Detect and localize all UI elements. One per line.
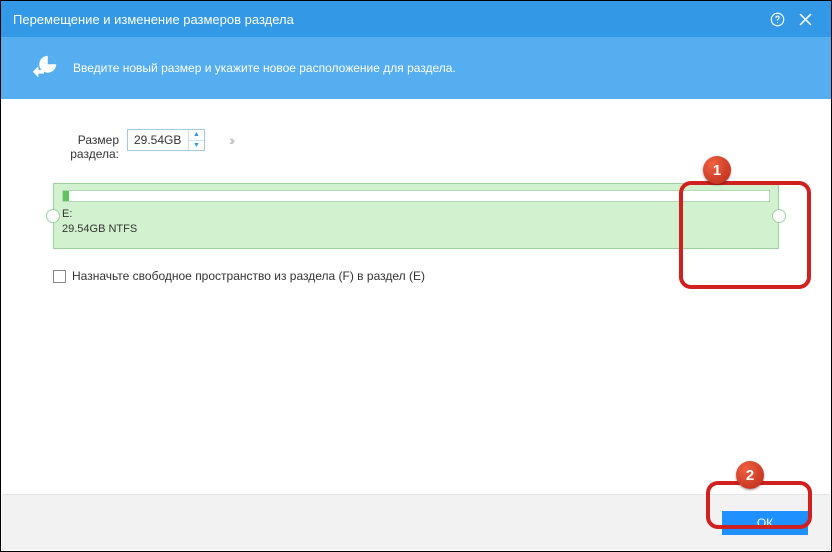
partition-info: 29.54GB NTFS [62, 222, 770, 237]
partition-block[interactable]: E: 29.54GB NTFS [53, 183, 779, 249]
window-title: Перемещение и изменение размеров раздела [13, 12, 763, 27]
partition-drive: E: [62, 207, 770, 222]
banner-text: Введите новый размер и укажите новое рас… [73, 61, 456, 75]
titlebar: Перемещение и изменение размеров раздела [1, 1, 831, 37]
annotation-badge-2: 2 [736, 461, 764, 489]
size-row: Размер раздела: ▲ ▼ ›› [49, 129, 791, 161]
usage-bar [62, 190, 770, 202]
partition-track[interactable]: E: 29.54GB NTFS [41, 183, 791, 249]
size-input[interactable] [128, 130, 188, 150]
content-area: Размер раздела: ▲ ▼ ›› E: 29.54GB NTFS Н… [1, 99, 831, 283]
ok-button[interactable]: ОК [722, 511, 808, 535]
help-icon[interactable] [763, 5, 791, 33]
close-icon[interactable] [791, 5, 819, 33]
resize-handle-left[interactable] [46, 209, 60, 223]
spin-up-icon[interactable]: ▲ [189, 130, 204, 141]
assign-free-space-row[interactable]: Назначьте свободное пространство из разд… [53, 269, 791, 283]
info-banner: Введите новый размер и укажите новое рас… [1, 37, 831, 99]
assign-free-space-checkbox[interactable] [53, 270, 66, 283]
footer: ОК [2, 494, 830, 550]
expand-icon[interactable]: ›› [229, 129, 232, 148]
size-label: Размер раздела: [49, 129, 119, 161]
partition-icon [29, 53, 59, 83]
usage-fill [63, 191, 69, 201]
spin-down-icon[interactable]: ▼ [189, 141, 204, 151]
resize-handle-right[interactable] [772, 209, 786, 223]
size-spinner[interactable]: ▲ ▼ [127, 129, 205, 151]
assign-free-space-label: Назначьте свободное пространство из разд… [72, 269, 425, 283]
